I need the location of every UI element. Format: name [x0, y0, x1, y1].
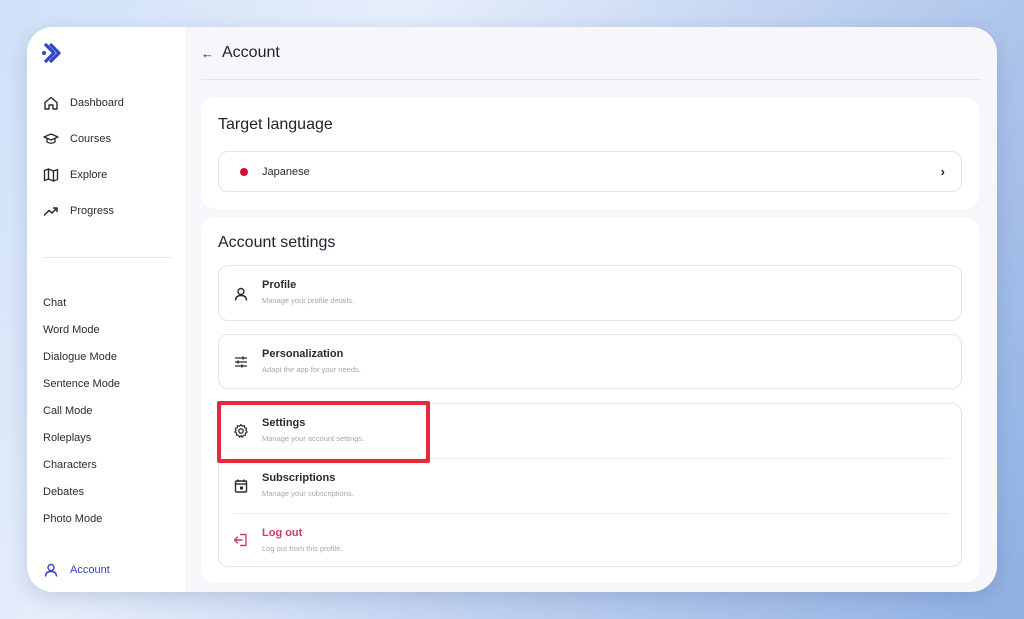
- main-content: ← Account Target language Japanese › Acc…: [185, 27, 997, 592]
- map-icon: [43, 167, 59, 183]
- calendar-icon: [233, 478, 249, 494]
- home-icon: [43, 95, 59, 111]
- user-icon: [43, 562, 59, 578]
- subscriptions-option[interactable]: Subscriptions Manage your subscriptions.: [219, 459, 961, 513]
- settings-subtitle: Manage your account settings.: [262, 434, 365, 443]
- sidebar-item-label: Progress: [70, 205, 115, 217]
- header-divider: [201, 79, 981, 80]
- sidebar-item-label: Explore: [70, 169, 108, 181]
- sidebar-item-label: Courses: [70, 133, 111, 145]
- sidebar-item-sentence-mode[interactable]: Sentence Mode: [43, 377, 120, 391]
- sidebar-item-roleplays[interactable]: Roleplays: [43, 431, 91, 445]
- sidebar-item-label: Dashboard: [70, 97, 124, 109]
- logout-title: Log out: [262, 527, 303, 539]
- account-settings-card: Account settings Profile Manage your pro…: [201, 217, 979, 583]
- sidebar-item-dashboard[interactable]: Dashboard: [43, 93, 124, 113]
- sidebar-item-dialogue-mode[interactable]: Dialogue Mode: [43, 350, 117, 364]
- sidebar: Dashboard Courses Explore Progress Chat …: [27, 27, 185, 592]
- account-settings-title: Account settings: [218, 234, 336, 251]
- back-arrow-icon[interactable]: ←: [201, 46, 214, 61]
- settings-title: Settings: [262, 417, 306, 429]
- language-name: Japanese: [262, 166, 310, 178]
- settings-group: Settings Manage your account settings. S…: [218, 403, 962, 567]
- sidebar-item-debates[interactable]: Debates: [43, 485, 84, 499]
- page-title: Account: [222, 44, 280, 61]
- app-logo[interactable]: [41, 39, 63, 67]
- header: ← Account: [201, 41, 280, 65]
- sidebar-item-explore[interactable]: Explore: [43, 165, 107, 185]
- subscriptions-title: Subscriptions: [262, 472, 336, 484]
- logout-subtitle: Log out from this profile.: [262, 544, 343, 553]
- gear-icon: [233, 423, 249, 439]
- subscriptions-subtitle: Manage your subscriptions.: [262, 489, 354, 498]
- logout-icon: [233, 532, 249, 548]
- sidebar-item-courses[interactable]: Courses: [43, 129, 111, 149]
- sidebar-item-photo-mode[interactable]: Photo Mode: [43, 512, 102, 526]
- graduation-cap-icon: [43, 131, 59, 147]
- personalization-title: Personalization: [262, 348, 344, 360]
- logout-option[interactable]: Log out Log out from this profile.: [219, 514, 961, 568]
- language-selector[interactable]: Japanese ›: [218, 151, 962, 192]
- user-icon: [233, 286, 249, 302]
- profile-option[interactable]: Profile Manage your profile details.: [218, 265, 962, 321]
- sliders-icon: [233, 354, 249, 370]
- personalization-option[interactable]: Personalization Adapt the app for your n…: [218, 334, 962, 389]
- personalization-subtitle: Adapt the app for your needs.: [262, 365, 361, 374]
- sidebar-item-call-mode[interactable]: Call Mode: [43, 404, 93, 418]
- profile-subtitle: Manage your profile details.: [262, 296, 355, 305]
- sidebar-divider: [43, 257, 171, 258]
- sidebar-item-account[interactable]: Account: [43, 560, 110, 580]
- japan-flag-icon: [240, 168, 248, 176]
- target-language-title: Target language: [218, 116, 333, 133]
- target-language-card: Target language Japanese ›: [201, 97, 979, 209]
- sidebar-item-progress[interactable]: Progress: [43, 201, 114, 221]
- trending-up-icon: [43, 203, 59, 219]
- sidebar-item-characters[interactable]: Characters: [43, 458, 97, 472]
- chevron-right-icon: ›: [940, 164, 945, 179]
- sidebar-item-label: Account: [70, 564, 110, 576]
- profile-title: Profile: [262, 279, 297, 291]
- settings-option[interactable]: Settings Manage your account settings.: [219, 404, 961, 458]
- sidebar-item-chat[interactable]: Chat: [43, 296, 66, 310]
- sidebar-item-word-mode[interactable]: Word Mode: [43, 323, 100, 337]
- app-window: Dashboard Courses Explore Progress Chat …: [27, 27, 997, 592]
